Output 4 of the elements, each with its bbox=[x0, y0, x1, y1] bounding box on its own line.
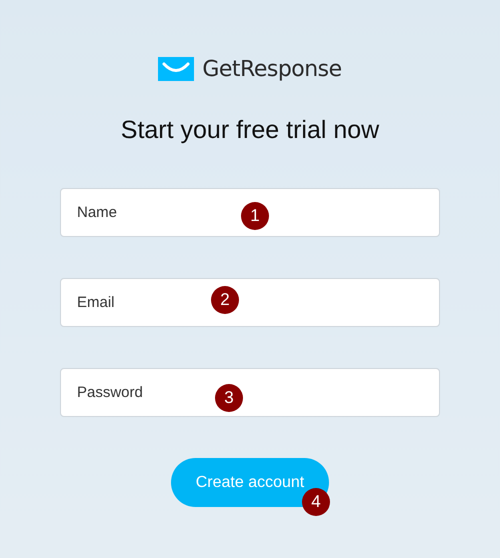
number-marker: 4 bbox=[302, 488, 330, 516]
page-heading: Start your free trial now bbox=[120, 115, 380, 146]
logo-icon bbox=[158, 57, 194, 81]
logo-text: GetResponse bbox=[202, 56, 342, 82]
